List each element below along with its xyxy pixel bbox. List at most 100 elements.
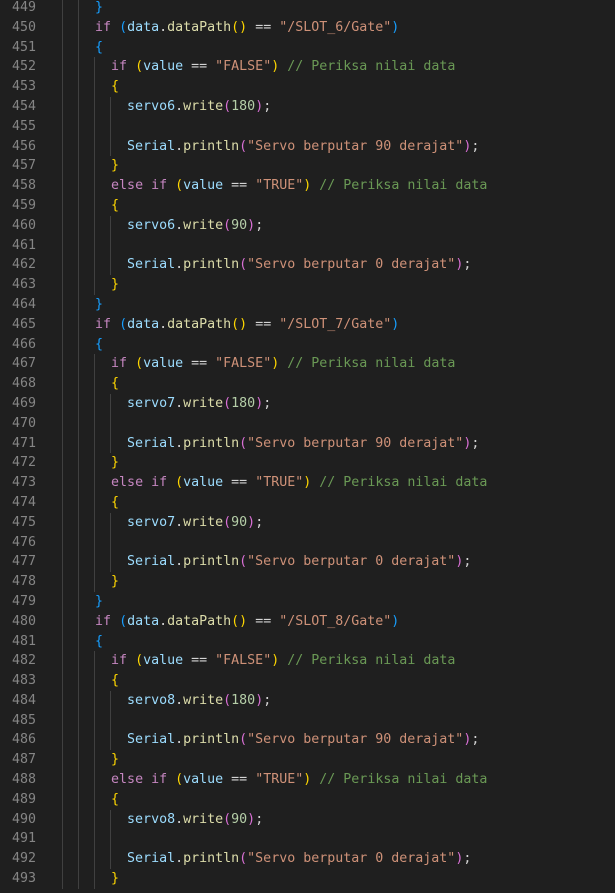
- code-text[interactable]: }: [63, 453, 119, 473]
- code-text[interactable]: Serial.println("Servo berputar 90 deraja…: [63, 730, 479, 750]
- line-number[interactable]: 487: [0, 750, 36, 770]
- code-line[interactable]: 449 }: [0, 0, 615, 18]
- line-number[interactable]: 485: [0, 711, 36, 731]
- line-number[interactable]: 456: [0, 137, 36, 157]
- code-text[interactable]: if (data.dataPath() == "/SLOT_8/Gate"): [63, 612, 399, 632]
- code-line[interactable]: 469 servo7.write(180);: [0, 393, 615, 414]
- line-number[interactable]: 480: [0, 612, 36, 632]
- line-number[interactable]: 457: [0, 156, 36, 176]
- line-number[interactable]: 481: [0, 632, 36, 652]
- code-line[interactable]: 472 }: [0, 453, 615, 474]
- code-line[interactable]: 452 if (value == "FALSE") // Periksa nil…: [0, 57, 615, 78]
- code-text[interactable]: else if (value == "TRUE") // Periksa nil…: [63, 473, 487, 493]
- line-number[interactable]: 459: [0, 196, 36, 216]
- code-text[interactable]: }: [63, 275, 119, 295]
- line-number[interactable]: 470: [0, 414, 36, 434]
- line-number[interactable]: 469: [0, 394, 36, 414]
- line-number[interactable]: 478: [0, 572, 36, 592]
- code-text[interactable]: }: [63, 156, 119, 176]
- code-text[interactable]: {: [63, 77, 119, 97]
- code-line[interactable]: 464 }: [0, 294, 615, 315]
- code-text[interactable]: }: [63, 592, 103, 612]
- line-number[interactable]: 477: [0, 552, 36, 572]
- line-number[interactable]: 462: [0, 255, 36, 275]
- code-line[interactable]: 489 {: [0, 789, 615, 810]
- line-number[interactable]: 452: [0, 57, 36, 77]
- line-number[interactable]: 493: [0, 869, 36, 889]
- line-number[interactable]: 474: [0, 493, 36, 513]
- line-number[interactable]: 483: [0, 671, 36, 691]
- code-line[interactable]: 474 {: [0, 492, 615, 513]
- code-text[interactable]: if (data.dataPath() == "/SLOT_7/Gate"): [63, 315, 399, 335]
- line-number[interactable]: 489: [0, 790, 36, 810]
- code-text[interactable]: if (value == "FALSE") // Periksa nilai d…: [63, 57, 455, 77]
- line-number[interactable]: 473: [0, 473, 36, 493]
- code-text[interactable]: {: [63, 493, 119, 513]
- code-line[interactable]: 455: [0, 116, 615, 137]
- line-number[interactable]: 451: [0, 38, 36, 58]
- code-text[interactable]: }: [63, 869, 119, 889]
- code-line[interactable]: 476: [0, 532, 615, 553]
- code-text[interactable]: }: [63, 750, 119, 770]
- code-line[interactable]: 478 }: [0, 572, 615, 592]
- code-text[interactable]: Serial.println("Servo berputar 0 derajat…: [63, 255, 471, 275]
- line-number[interactable]: 486: [0, 730, 36, 750]
- code-text[interactable]: if (data.dataPath() == "/SLOT_6/Gate"): [63, 18, 399, 38]
- line-number[interactable]: 471: [0, 434, 36, 454]
- code-line[interactable]: 460 servo6.write(90);: [0, 215, 615, 236]
- code-line[interactable]: 475 servo7.write(90);: [0, 512, 615, 533]
- code-line[interactable]: 485: [0, 710, 615, 731]
- code-line[interactable]: 488 else if (value == "TRUE") // Periksa…: [0, 770, 615, 790]
- code-text[interactable]: {: [63, 38, 103, 58]
- code-text[interactable]: servo8.write(180);: [63, 691, 271, 711]
- code-line[interactable]: 486 Serial.println("Servo berputar 90 de…: [0, 730, 615, 751]
- code-line[interactable]: 470: [0, 413, 615, 434]
- code-line[interactable]: 479 }: [0, 591, 615, 612]
- line-number[interactable]: 453: [0, 77, 36, 97]
- code-line[interactable]: 466 {: [0, 334, 615, 355]
- code-line[interactable]: 463 }: [0, 275, 615, 295]
- code-line[interactable]: 477 Serial.println("Servo berputar 0 der…: [0, 552, 615, 573]
- line-number[interactable]: 468: [0, 374, 36, 394]
- code-text[interactable]: servo8.write(90);: [63, 810, 263, 830]
- code-text[interactable]: else if (value == "TRUE") // Periksa nil…: [63, 770, 487, 790]
- line-number[interactable]: 484: [0, 691, 36, 711]
- code-text[interactable]: {: [63, 374, 119, 394]
- code-line[interactable]: 473 else if (value == "TRUE") // Periksa…: [0, 473, 615, 493]
- code-line[interactable]: 493 }: [0, 869, 615, 889]
- code-text[interactable]: servo6.write(180);: [63, 97, 271, 117]
- code-line[interactable]: 483 {: [0, 671, 615, 691]
- line-number[interactable]: 449: [0, 0, 36, 18]
- code-line[interactable]: 468 {: [0, 374, 615, 394]
- code-text[interactable]: {: [63, 632, 103, 652]
- code-text[interactable]: }: [63, 0, 103, 18]
- line-number[interactable]: 476: [0, 533, 36, 553]
- code-line[interactable]: 457 }: [0, 156, 615, 177]
- code-line[interactable]: 492 Serial.println("Servo berputar 0 der…: [0, 849, 615, 870]
- code-text[interactable]: if (value == "FALSE") // Periksa nilai d…: [63, 354, 455, 374]
- code-line[interactable]: 491: [0, 829, 615, 850]
- code-line[interactable]: 454 servo6.write(180);: [0, 96, 615, 117]
- line-number[interactable]: 461: [0, 236, 36, 256]
- line-number[interactable]: 488: [0, 770, 36, 790]
- code-line[interactable]: 484 servo8.write(180);: [0, 690, 615, 711]
- code-line[interactable]: 461: [0, 235, 615, 256]
- line-number[interactable]: 465: [0, 315, 36, 335]
- code-text[interactable]: Serial.println("Servo berputar 90 deraja…: [63, 434, 479, 454]
- code-text[interactable]: Serial.println("Servo berputar 0 derajat…: [63, 552, 471, 572]
- code-text[interactable]: Serial.println("Servo berputar 90 deraja…: [63, 137, 479, 157]
- line-number[interactable]: 490: [0, 810, 36, 830]
- code-text[interactable]: servo7.write(180);: [63, 394, 271, 414]
- code-line[interactable]: 456 Serial.println("Servo berputar 90 de…: [0, 136, 615, 157]
- code-line[interactable]: 450 if (data.dataPath() == "/SLOT_6/Gate…: [0, 17, 615, 38]
- code-line[interactable]: 487 }: [0, 750, 615, 771]
- line-number[interactable]: 454: [0, 97, 36, 117]
- code-text[interactable]: {: [63, 671, 119, 691]
- line-number[interactable]: 482: [0, 651, 36, 671]
- code-line[interactable]: 471 Serial.println("Servo berputar 90 de…: [0, 433, 615, 454]
- code-line[interactable]: 467 if (value == "FALSE") // Periksa nil…: [0, 354, 615, 375]
- code-line[interactable]: 490 servo8.write(90);: [0, 809, 615, 830]
- code-text[interactable]: servo7.write(90);: [63, 513, 263, 533]
- code-text[interactable]: servo6.write(90);: [63, 216, 263, 236]
- code-text[interactable]: {: [63, 335, 103, 355]
